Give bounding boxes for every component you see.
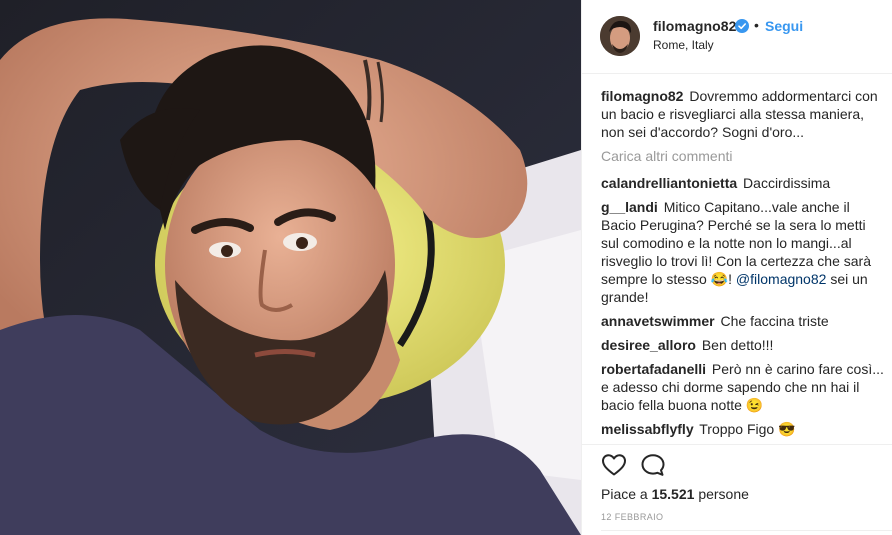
- comment-username[interactable]: calandrelliantonietta: [601, 175, 737, 191]
- heart-outline-icon[interactable]: [601, 453, 627, 477]
- header-username[interactable]: filomagno82: [653, 18, 737, 34]
- dot-separator: •: [754, 17, 759, 33]
- likes-suffix: persone: [698, 486, 749, 502]
- post-header: filomagno82 • Segui Rome, Italy: [582, 0, 892, 74]
- comment-item: g__landi Mitico Capitano...vale anche il…: [601, 198, 886, 306]
- comment-mention-link[interactable]: @filomagno82: [736, 271, 827, 287]
- comment-text: Troppo Figo 😎: [699, 421, 796, 437]
- likes-number: 15.521: [651, 486, 695, 502]
- likes-prefix: Piace a: [601, 486, 648, 502]
- comment-username[interactable]: g__landi: [601, 199, 658, 215]
- speech-bubble-icon[interactable]: [640, 453, 666, 477]
- post-side-panel: filomagno82 • Segui Rome, Italy filomagn…: [581, 0, 892, 535]
- divider: [601, 530, 892, 531]
- comment-username[interactable]: annavetswimmer: [601, 313, 715, 329]
- comment-username[interactable]: robertafadanelli: [601, 361, 706, 377]
- comment-item: melissabflyfly Troppo Figo 😎: [601, 420, 886, 438]
- comment-text: Daccirdissima: [743, 175, 831, 191]
- comment-item: desiree_alloro Ben detto!!!: [601, 336, 886, 354]
- selfie-photo-illustration: [0, 0, 581, 535]
- caption: filomagno82 Dovremmo addormentarci con u…: [601, 87, 886, 141]
- verified-badge-icon: [735, 19, 749, 33]
- comment-username[interactable]: melissabflyfly: [601, 421, 694, 437]
- caption-username[interactable]: filomagno82: [601, 88, 683, 104]
- post-photo[interactable]: [0, 0, 581, 535]
- comment-item: calandrelliantonietta Daccirdissima: [601, 174, 886, 192]
- load-more-comments-button[interactable]: Carica altri commenti: [601, 147, 886, 165]
- comments-list: filomagno82 Dovremmo addormentarci con u…: [601, 87, 886, 444]
- comment-username[interactable]: desiree_alloro: [601, 337, 696, 353]
- likes-count[interactable]: Piace a 15.521 persone: [601, 486, 749, 502]
- avatar-image: [600, 16, 640, 56]
- comment-item: robertafadanelli Però nn è carino fare c…: [601, 360, 886, 414]
- avatar[interactable]: [600, 16, 640, 56]
- comment-text: Ben detto!!!: [701, 337, 774, 353]
- comment-item: annavetswimmer Che faccina triste: [601, 312, 886, 330]
- comment-text: Che faccina triste: [720, 313, 829, 329]
- location-link[interactable]: Rome, Italy: [653, 38, 714, 52]
- post-date: 12 FEBBRAIO: [601, 512, 664, 522]
- post-footer: Piace a 15.521 persone 12 FEBBRAIO: [582, 444, 892, 535]
- follow-button[interactable]: Segui: [765, 18, 803, 34]
